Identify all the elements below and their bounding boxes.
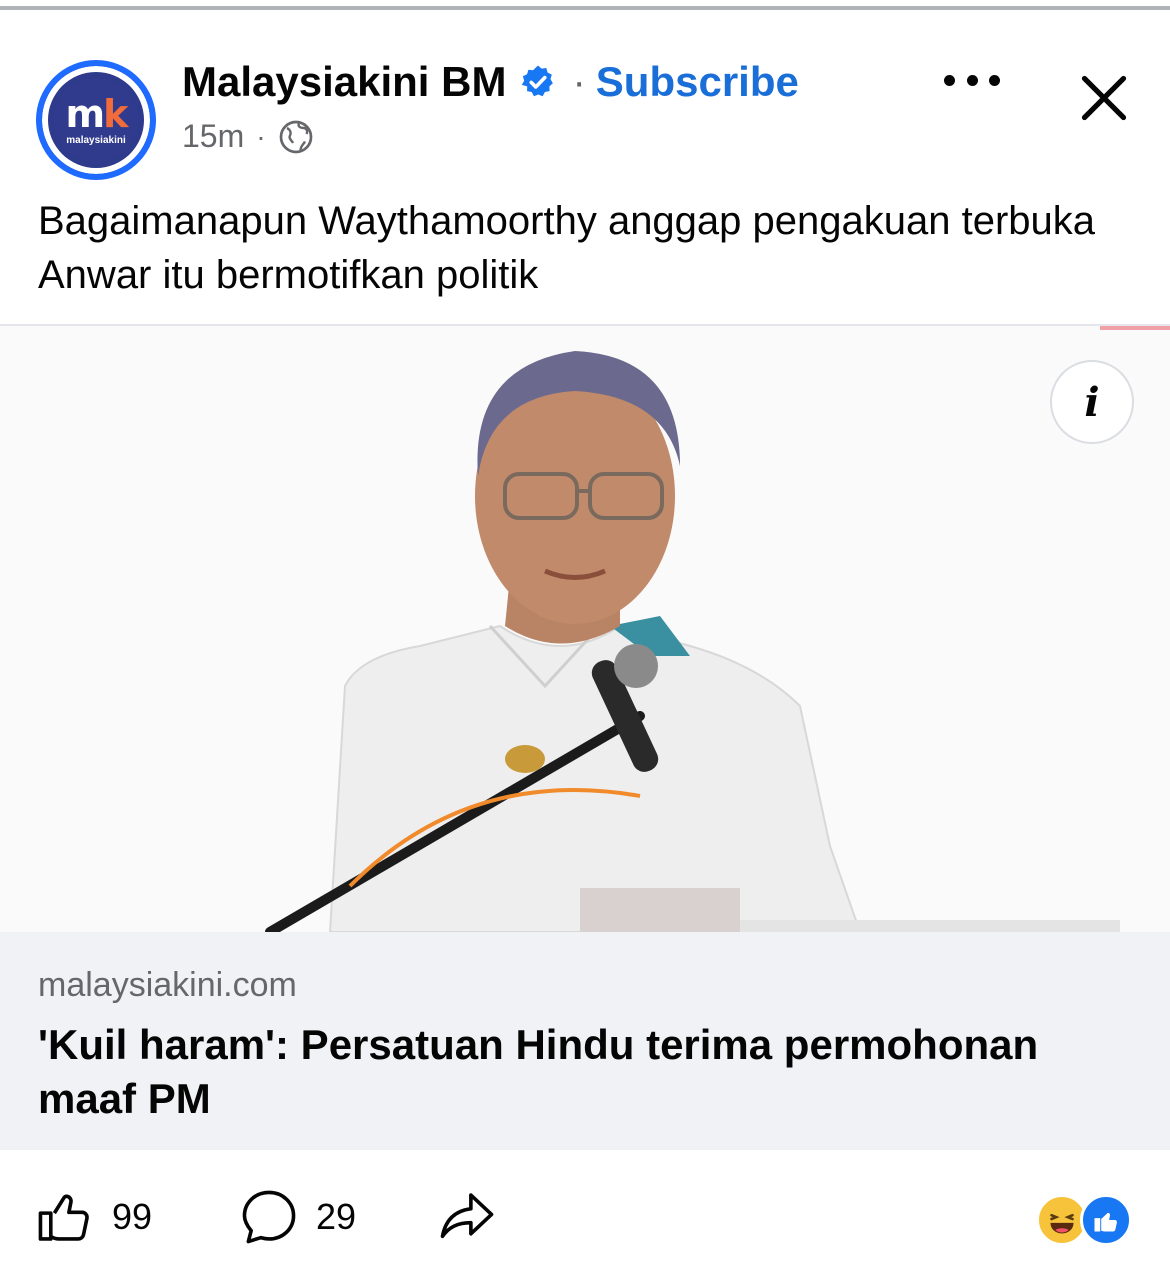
like-button[interactable]: 99: [34, 1186, 152, 1248]
speaker-photo: [0, 326, 1170, 932]
comment-icon: [242, 1190, 296, 1244]
reaction-summary[interactable]: [1036, 1194, 1136, 1246]
subscribe-button[interactable]: Subscribe: [596, 58, 799, 106]
post-header: mk malaysiakini Malaysiakini BM · Subscr…: [0, 18, 1170, 180]
more-icon: [944, 74, 955, 86]
post-meta: 15m ·: [182, 118, 314, 155]
meta-separator: ·: [256, 120, 266, 152]
top-divider: [0, 6, 1170, 10]
link-title: 'Kuil haram': Persatuan Hindu terima per…: [38, 1021, 1039, 1122]
more-options-button[interactable]: [944, 68, 1000, 92]
globe-icon: [279, 120, 312, 153]
avatar-monogram: mk: [65, 91, 129, 136]
page-name[interactable]: Malaysiakini BM: [182, 58, 506, 106]
comment-count: 29: [316, 1196, 357, 1237]
post-caption: Bagaimanapun Waythamoorthy anggap pengak…: [38, 199, 1096, 297]
like-reaction-icon: [1080, 1194, 1132, 1246]
link-domain: malaysiakini.com: [38, 966, 297, 1004]
post-image[interactable]: [0, 326, 1170, 932]
post-time[interactable]: 15m: [182, 118, 244, 155]
like-icon: [38, 1194, 89, 1241]
comment-button[interactable]: 29: [238, 1186, 356, 1248]
verified-badge-icon: [522, 65, 554, 97]
share-button[interactable]: [436, 1186, 498, 1248]
page-name-row: Malaysiakini BM · Subscribe: [182, 58, 799, 106]
like-count: 99: [112, 1196, 153, 1237]
close-icon[interactable]: [1078, 72, 1130, 124]
name-separator: ·: [572, 59, 586, 104]
action-bar: 99 29: [0, 1160, 1170, 1275]
link-preview[interactable]: malaysiakini.com 'Kuil haram': Persatuan…: [0, 932, 1170, 1150]
avatar-logo: mk malaysiakini: [54, 78, 138, 162]
page-avatar[interactable]: mk malaysiakini: [36, 60, 156, 180]
share-icon: [440, 1193, 494, 1239]
avatar-wordmark: malaysiakini: [66, 134, 126, 146]
info-icon[interactable]: i: [1050, 360, 1134, 444]
